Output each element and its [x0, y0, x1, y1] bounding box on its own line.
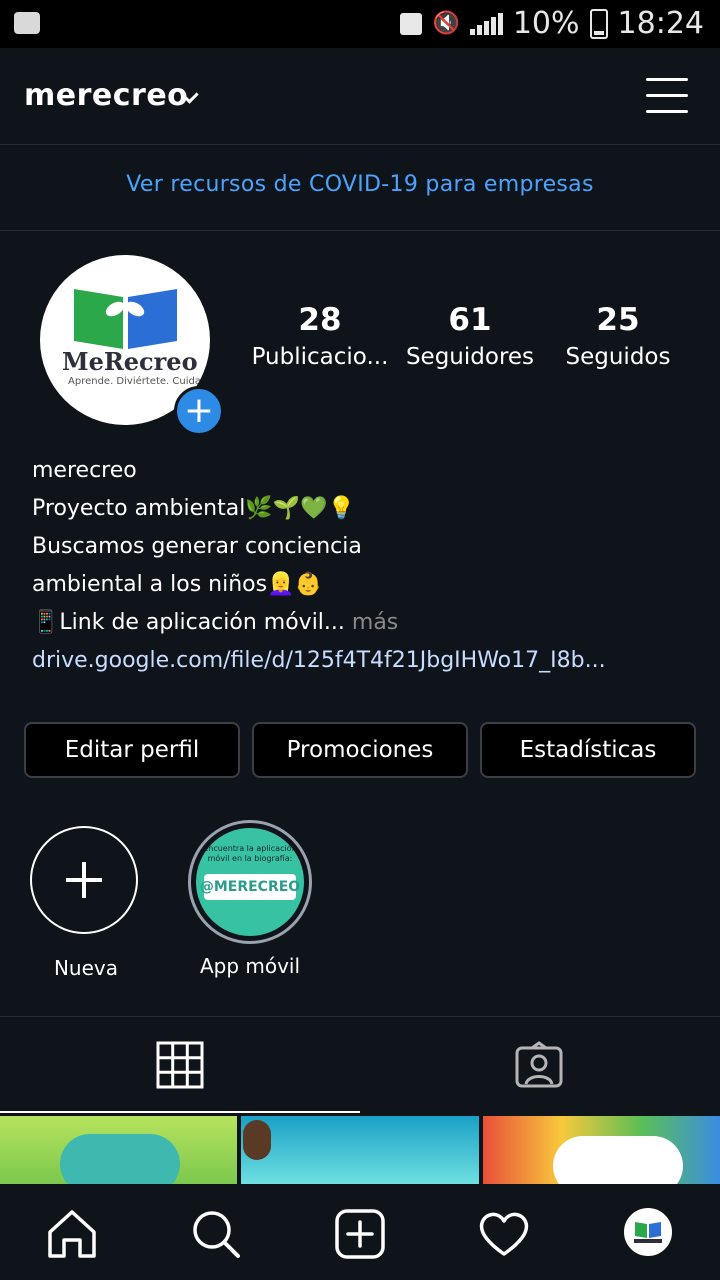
- post-thumbnail[interactable]: [0, 1116, 238, 1184]
- highlight-tag: @MERECREO: [200, 874, 300, 900]
- divider: [0, 144, 720, 145]
- following-label: Seguidos: [565, 344, 671, 370]
- bio-line: ambiental a los niños👱‍♀️👶: [32, 572, 322, 597]
- logo-text: MeRecreo: [62, 347, 198, 376]
- insights-button[interactable]: Estadísticas: [480, 722, 696, 778]
- bio-text: 📱Link de aplicación móvil...: [32, 610, 345, 635]
- post-thumbnail[interactable]: [482, 1116, 720, 1184]
- clock: 18:24: [617, 6, 704, 41]
- grid-icon[interactable]: [156, 1041, 204, 1089]
- highlight-label: App móvil: [199, 954, 301, 978]
- bio-link[interactable]: drive.google.com/file/d/125f4T4f21JbgIHW…: [32, 642, 606, 680]
- mute-icon: 🔇: [432, 11, 460, 36]
- bio-line: Proyecto ambiental🌿🌱💚💡: [32, 496, 355, 521]
- posts-grid: [0, 1116, 720, 1184]
- followers-label: Seguidores: [405, 344, 535, 370]
- more-link[interactable]: más: [345, 610, 398, 635]
- book-logo-icon: [634, 1222, 662, 1243]
- battery-icon: [589, 8, 608, 39]
- logo-subtitle: Aprende. Diviértete. Cuida: [68, 376, 201, 387]
- book-logo-icon: [74, 289, 177, 349]
- tab-indicator: [0, 1111, 360, 1113]
- profile-tabs: [0, 1016, 720, 1113]
- highlight-new[interactable]: Nueva: [30, 826, 142, 980]
- posts-count: 28: [298, 302, 342, 338]
- status-bar: 🔇 10% 18:24: [0, 0, 720, 48]
- profile-header: merecreo: [0, 48, 720, 144]
- bio-line: 📱Link de aplicación móvil... más: [32, 604, 606, 642]
- followers-stat[interactable]: 61 Seguidores: [400, 302, 540, 370]
- home-icon[interactable]: [44, 1208, 100, 1260]
- menu-icon[interactable]: [646, 78, 688, 114]
- highlight-app-movil[interactable]: encuentra la aplicación móvil en la biog…: [188, 820, 312, 978]
- new-post-icon[interactable]: [332, 1208, 388, 1260]
- status-icons: 🔇 10% 18:24: [400, 6, 704, 41]
- signal-icon: [469, 12, 503, 35]
- posts-stat[interactable]: 28 Publicacio...: [250, 302, 390, 370]
- add-story-button[interactable]: +: [174, 386, 224, 436]
- promotions-button[interactable]: Promociones: [252, 722, 468, 778]
- highlight-caption: encuentra la aplicación móvil en la biog…: [203, 844, 297, 863]
- tagged-icon[interactable]: [514, 1041, 564, 1089]
- divider: [0, 230, 720, 231]
- post-thumbnail[interactable]: [241, 1116, 479, 1184]
- plus-icon[interactable]: [30, 826, 138, 934]
- followers-count: 61: [448, 302, 492, 338]
- account-switcher[interactable]: merecreo: [24, 78, 188, 113]
- following-stat[interactable]: 25 Seguidos: [550, 302, 686, 370]
- bio: merecreo Proyecto ambiental🌿🌱💚💡 Buscamos…: [32, 452, 606, 680]
- heart-icon[interactable]: [476, 1208, 532, 1260]
- highlight-label: Nueva: [53, 956, 119, 980]
- edit-profile-button[interactable]: Editar perfil: [24, 722, 240, 778]
- highlight-cover[interactable]: encuentra la aplicación móvil en la biog…: [188, 820, 312, 944]
- storage-icon: [400, 12, 423, 35]
- search-icon[interactable]: [188, 1208, 244, 1260]
- bottom-navigation: [0, 1184, 720, 1280]
- posts-label: Publicacio...: [251, 344, 389, 370]
- bio-name: merecreo: [32, 458, 137, 483]
- notification-icon: [14, 12, 40, 34]
- bio-line: Buscamos generar conciencia: [32, 534, 362, 559]
- profile-avatar-icon[interactable]: [624, 1208, 672, 1256]
- covid-resources-link[interactable]: Ver recursos de COVID-19 para empresas: [0, 172, 720, 197]
- highlight-image: encuentra la aplicación móvil en la biog…: [196, 828, 304, 936]
- following-count: 25: [596, 302, 640, 338]
- battery-text: 10%: [512, 6, 580, 41]
